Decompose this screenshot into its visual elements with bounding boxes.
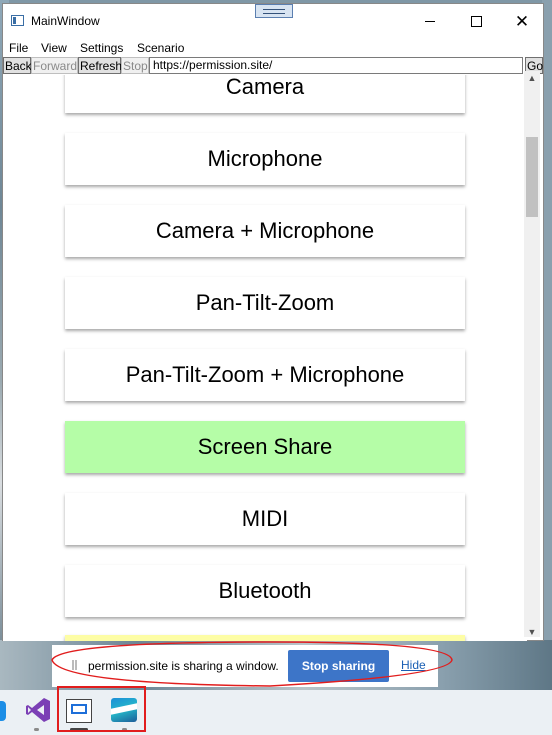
- scroll-down-icon[interactable]: ▼: [527, 627, 537, 637]
- refresh-button[interactable]: Refresh: [78, 57, 122, 74]
- edge-browser-icon[interactable]: [0, 701, 6, 721]
- scroll-up-icon[interactable]: ▲: [527, 73, 537, 83]
- running-indicator: [122, 728, 127, 731]
- active-indicator: [70, 728, 88, 731]
- close-icon: ✕: [514, 11, 530, 31]
- address-bar[interactable]: https://permission.site/: [149, 57, 523, 74]
- drag-handle-icon[interactable]: [72, 660, 77, 672]
- pan-tilt-zoom-button[interactable]: Pan-Tilt-Zoom: [65, 277, 465, 329]
- close-button[interactable]: ✕: [499, 4, 545, 38]
- menu-view[interactable]: View: [41, 41, 67, 55]
- browser-window-taskbar-icon[interactable]: [111, 698, 137, 722]
- menu-scenario[interactable]: Scenario: [137, 41, 184, 55]
- minimize-icon: [425, 20, 435, 22]
- bluetooth-button[interactable]: Bluetooth: [65, 565, 465, 617]
- midi-button[interactable]: MIDI: [65, 493, 465, 545]
- screen-share-button[interactable]: Screen Share: [65, 421, 465, 473]
- drag-grip-icon[interactable]: [255, 4, 293, 18]
- menu-settings[interactable]: Settings: [80, 41, 123, 55]
- stop-sharing-button[interactable]: Stop sharing: [288, 650, 389, 682]
- window-title: MainWindow: [31, 14, 100, 28]
- screen-share-notification: permission.site is sharing a window. Sto…: [52, 645, 438, 687]
- visual-studio-icon[interactable]: [24, 696, 52, 724]
- minimize-button[interactable]: [407, 4, 453, 38]
- menu-file[interactable]: File: [9, 41, 28, 55]
- camera-button[interactable]: Camera: [65, 75, 465, 113]
- menu-bar: File View Settings Scenario: [3, 40, 543, 57]
- taskbar: [0, 690, 552, 735]
- back-button[interactable]: Back: [3, 57, 32, 74]
- title-bar[interactable]: MainWindow ✕: [3, 4, 543, 38]
- maximize-button[interactable]: [453, 4, 499, 38]
- microphone-button[interactable]: Microphone: [65, 133, 465, 185]
- web-content: Camera Microphone Camera + Microphone Pa…: [3, 75, 527, 641]
- next-permission-button[interactable]: [65, 635, 465, 641]
- main-window-taskbar-icon[interactable]: [66, 699, 92, 723]
- share-message: permission.site is sharing a window.: [88, 659, 279, 673]
- nav-toolbar: Back Forward Refresh Stop https://permis…: [3, 57, 543, 75]
- hide-link[interactable]: Hide: [401, 658, 426, 672]
- running-indicator: [34, 728, 39, 731]
- app-icon: [11, 15, 24, 26]
- stop-button[interactable]: Stop: [121, 57, 149, 74]
- forward-button[interactable]: Forward: [31, 57, 78, 74]
- maximize-icon: [470, 15, 482, 27]
- camera-microphone-button[interactable]: Camera + Microphone: [65, 205, 465, 257]
- pan-tilt-zoom-microphone-button[interactable]: Pan-Tilt-Zoom + Microphone: [65, 349, 465, 401]
- main-window: MainWindow ✕ File View Settings Scenario…: [2, 3, 544, 641]
- scrollbar-thumb[interactable]: [526, 137, 538, 217]
